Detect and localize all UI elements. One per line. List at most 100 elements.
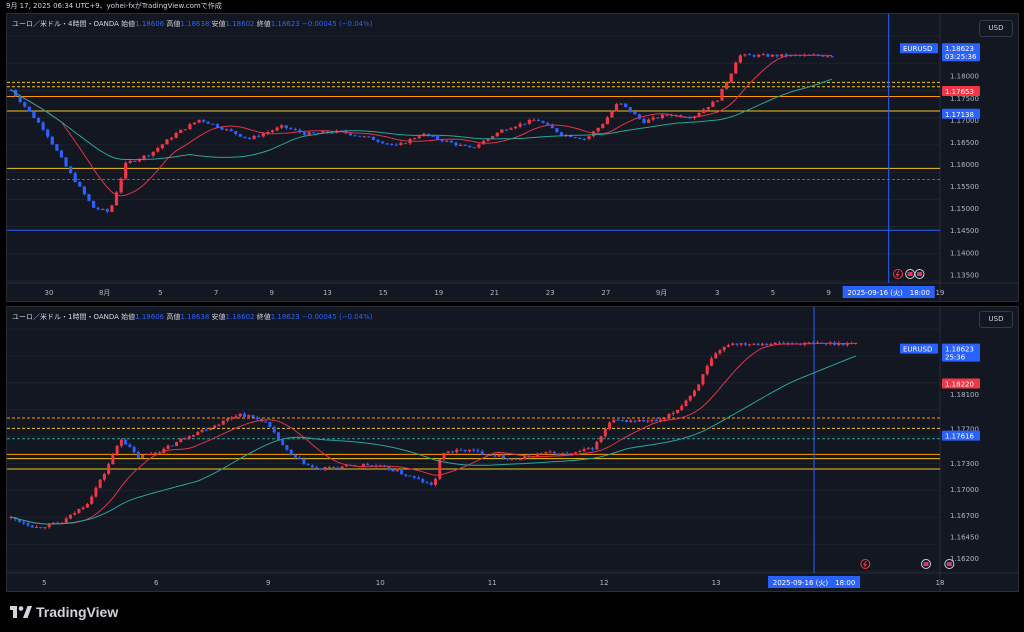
event-us-flag-icon xyxy=(905,269,916,279)
price-label-countdown: 25:36 xyxy=(945,354,966,362)
candle-body xyxy=(179,438,183,443)
time-tick: 21 xyxy=(490,289,499,297)
candle-body xyxy=(646,420,650,422)
candle-body xyxy=(548,451,552,453)
footer-brand[interactable]: TradingView xyxy=(10,603,118,621)
candle-body xyxy=(261,133,265,137)
candle-body xyxy=(215,124,220,128)
candle-body xyxy=(145,454,149,456)
chart-panel-4h[interactable]: ユーロ／米ドル・4時間・OANDA 始値1.18606 高値1.18638 安値… xyxy=(6,13,1019,302)
candle-body xyxy=(629,420,633,422)
chart-panel-1h[interactable]: ユーロ／米ドル・1時間・OANDA 始値1.18606 高値1.18638 安値… xyxy=(6,306,1019,592)
candle-body xyxy=(541,121,545,123)
candle-body xyxy=(142,155,146,159)
candle-body xyxy=(725,82,729,89)
legend-high: 1.18638 xyxy=(180,20,210,28)
candle-body xyxy=(272,426,276,433)
candle-body xyxy=(663,418,667,420)
candle-body xyxy=(310,465,314,468)
candle-body xyxy=(179,129,183,133)
candle-body xyxy=(660,114,664,119)
price-tick: 1.18000 xyxy=(950,73,979,81)
price-tick: 1.16700 xyxy=(950,512,979,520)
price-tick: 1.15000 xyxy=(950,205,979,213)
grid-lines xyxy=(7,35,940,282)
candle-body xyxy=(510,458,514,460)
candle-body xyxy=(243,136,247,138)
candle-body xyxy=(413,138,417,140)
candle-body xyxy=(257,135,261,137)
horizontal-levels xyxy=(7,81,940,231)
candle-body xyxy=(264,421,268,423)
candle-body xyxy=(230,417,234,419)
candle-body xyxy=(431,135,435,137)
candle-body xyxy=(213,425,217,429)
candle-body xyxy=(64,518,68,523)
candle-body xyxy=(330,132,334,134)
candle-body xyxy=(671,412,675,415)
candle-body xyxy=(480,451,484,455)
candle-body xyxy=(170,445,174,447)
candle-body xyxy=(532,119,536,121)
candle-body xyxy=(107,464,111,474)
candle-body xyxy=(323,466,327,470)
legend-low: 1.18602 xyxy=(225,313,255,321)
candle-body xyxy=(434,478,438,485)
event-us-flag-icon xyxy=(944,559,955,569)
candle-body xyxy=(26,523,30,526)
currency-button[interactable]: USD xyxy=(979,311,1013,328)
time-axis: 308月5791315192123279月3591119 xyxy=(45,289,945,297)
candle-body xyxy=(714,353,718,359)
candle-body xyxy=(101,209,105,211)
moving-average-slow xyxy=(10,355,856,525)
candle-body xyxy=(587,136,591,139)
candle-body xyxy=(242,413,246,417)
candle-body xyxy=(183,129,187,131)
candle-body xyxy=(192,122,197,125)
price-tick: 1.13500 xyxy=(950,271,979,279)
legend-high: 1.18638 xyxy=(180,313,210,321)
candle-body xyxy=(757,54,761,57)
candle-body xyxy=(302,132,307,135)
candle-body xyxy=(536,119,541,122)
candle-body xyxy=(87,194,91,201)
candle-body xyxy=(599,436,603,443)
legend-change: −0.00045 (−0.04%) xyxy=(301,20,373,28)
candle-body xyxy=(55,144,59,151)
time-tick: 10 xyxy=(376,579,385,587)
candle-body xyxy=(637,420,641,422)
price-chart-4h[interactable]: 1.180001.175001.170001.165001.160001.155… xyxy=(7,14,1018,301)
candle-body xyxy=(451,451,454,453)
time-tick: 13 xyxy=(712,579,721,587)
candle-body xyxy=(760,343,764,346)
price-chart-1h[interactable]: 1.181001.177001.173001.170001.167001.164… xyxy=(7,307,1018,591)
candle-body xyxy=(743,343,747,345)
candle-body xyxy=(509,128,513,130)
candle-body xyxy=(371,136,375,141)
candle-body xyxy=(224,129,229,131)
candles xyxy=(9,340,858,530)
candle-body xyxy=(192,434,196,437)
legend-1h: ユーロ／米ドル・1時間・OANDA 始値1.18606 高値1.18638 安値… xyxy=(12,312,373,322)
crosshair-time-label: 2025-09-16 (火) 18:00 xyxy=(768,576,861,588)
crosshair-time: 2025-09-16 (火) 18:00 xyxy=(773,579,856,587)
candle-body xyxy=(394,144,398,146)
candle-body xyxy=(306,464,310,466)
candle-body xyxy=(616,419,620,421)
candle-body xyxy=(455,449,459,452)
candle-body xyxy=(234,416,238,418)
candle-body xyxy=(361,463,365,466)
legend-change: −0.00045 (−0.04%) xyxy=(301,313,373,321)
candle-body xyxy=(504,129,509,131)
flag-canton xyxy=(923,562,926,564)
candle-body xyxy=(821,55,825,57)
candle-body xyxy=(247,415,251,417)
candle-body xyxy=(500,129,504,133)
candle-body xyxy=(362,136,366,138)
time-tick: 7 xyxy=(214,289,218,297)
candle-body xyxy=(115,445,119,455)
price-tick: 1.16450 xyxy=(950,533,979,541)
candle-body xyxy=(312,132,316,134)
time-tick: 9 xyxy=(826,289,830,297)
currency-button[interactable]: USD xyxy=(979,20,1013,37)
